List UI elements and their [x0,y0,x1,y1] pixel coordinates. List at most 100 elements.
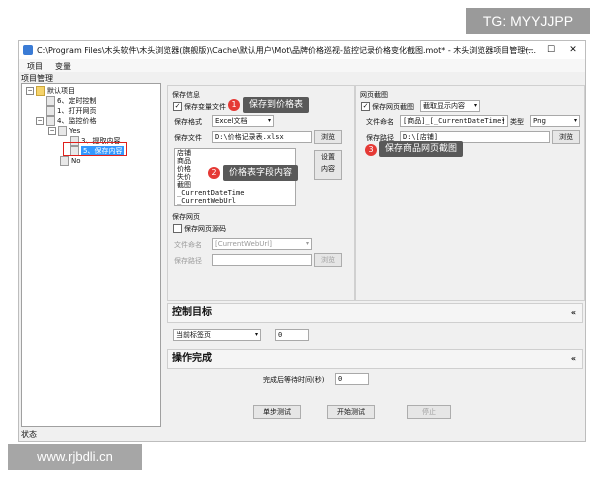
field-item[interactable]: 店铺 [175,149,295,157]
highlight-box [63,142,127,156]
menu-bar: 项目 变量 [19,59,585,72]
webpage-path-label: 保存路径 [174,257,202,265]
field-item[interactable]: _CurrentWebUrl [175,197,295,205]
save-shot-label: 保存网页截图 [372,103,414,111]
webpage-path-input[interactable] [212,254,312,266]
expander-icon[interactable]: − [48,127,56,135]
shot-mode-select[interactable]: 截取显示内容 ▾ [420,100,480,112]
tree-item[interactable]: − Yes [48,126,80,136]
tab-target-select[interactable]: 当前标签页 ▾ [173,329,261,341]
callout-label: 保存到价格表 [243,97,310,113]
minimize-button[interactable]: — [519,43,539,57]
field-item[interactable]: _CurrentDateTime [175,189,295,197]
tree-item[interactable]: 1、打开网页 [46,106,96,116]
tree-item[interactable]: − 4、监控价格 [36,116,96,126]
file-browse-button[interactable]: 浏览 [314,130,342,144]
screenshot-panel: 网页截图 ✓ 保存网页截图 截取显示内容 ▾ 文件命名 [商品]_[_Curren… [355,85,585,301]
wait-stepper[interactable]: 0 [335,373,369,385]
branch-icon [60,156,69,166]
chevron-down-icon: ▾ [501,117,505,124]
set-content-label: 设置 [321,153,335,161]
shot-mode-value: 截取显示内容 [423,102,465,110]
wait-label: 完成后等待时间(秒) [263,376,325,384]
save-webpage-title: 保存网页 [172,213,200,221]
set-content-label: 内容 [321,165,335,173]
format-label: 保存格式 [174,118,202,126]
tree-root-label: 默认项目 [47,87,75,95]
save-var-label: 保存变量文件 [184,103,226,111]
finish-title: 操作完成 [172,353,212,364]
webpage-browse-button[interactable]: 浏览 [314,253,342,267]
collapse-icon[interactable]: « [571,304,576,322]
collapse-icon[interactable]: « [571,350,576,368]
step-icon [46,96,55,106]
start-test-button[interactable]: 开始测试 [327,405,375,419]
file-label: 保存文件 [174,134,202,142]
tree-root[interactable]: − 默认项目 [26,86,75,96]
callout-number: 1 [228,99,240,111]
shot-type-select[interactable]: Png ▾ [530,115,580,127]
tree-item[interactable]: 6、定时控制 [46,96,96,106]
control-target-header[interactable]: 控制目标 « [167,303,583,323]
branch-icon [58,126,67,136]
webpage-name-select[interactable]: [CurrentWebUrl] ▾ [212,238,312,250]
save-info-title: 保存信息 [172,91,200,99]
format-value: Excel文档 [215,117,248,125]
field-item[interactable]: 截图 [175,181,295,189]
step-icon [46,116,55,126]
tab-index-stepper[interactable]: 0 [275,329,309,341]
expander-icon[interactable]: − [36,117,44,125]
tree-item-label: No [71,157,81,165]
webpage-name-value: [CurrentWebUrl] [215,240,272,248]
tree-item-label: Yes [69,127,81,135]
control-target-title: 控制目标 [172,307,212,318]
callout-number: 3 [365,144,377,156]
stop-button[interactable]: 停止 [407,405,451,419]
file-input[interactable]: D:\价格记录表.xlsx [212,131,312,143]
tree-item-label: 4、监控价格 [57,117,97,125]
save-source-label: 保存网页源码 [184,225,226,233]
close-button[interactable]: ✕ [563,43,583,57]
tree-item-label: 6、定时控制 [57,97,97,105]
step-test-button[interactable]: 单步测试 [253,405,301,419]
screenshot-title: 网页截图 [360,91,388,99]
watermark-bottom: www.rjbdli.cn [8,444,142,470]
format-select[interactable]: Excel文档 ▾ [212,115,274,127]
finish-header[interactable]: 操作完成 « [167,349,583,369]
status-bar: 状态 [21,430,37,439]
shot-type-label: 类型 [510,118,524,126]
shot-name-value: [商品]_[_CurrentDateTime] [403,117,506,125]
menu-variable[interactable]: 变量 [55,61,71,72]
callout-label: 价格表字段内容 [223,165,299,181]
chevron-down-icon: ▾ [473,102,477,109]
field-item[interactable]: 商品 [175,157,295,165]
watermark-top: TG: MYYJJPP [466,8,590,34]
callout-label: 保存商品网页截图 [379,141,464,157]
expander-icon[interactable]: − [26,87,34,95]
tab-target-value: 当前标签页 [176,331,211,339]
save-shot-checkbox[interactable]: ✓ [361,102,370,111]
shot-type-value: Png [533,117,546,125]
save-var-checkbox[interactable]: ✓ [173,102,182,111]
set-content-button[interactable]: 设置 内容 [314,150,342,180]
chevron-down-icon: ▾ [305,240,309,247]
menu-project[interactable]: 项目 [27,61,43,72]
tree-item-label: 1、打开网页 [57,107,97,115]
maximize-button[interactable]: ☐ [541,43,561,57]
window-title: C:\Program Files\木头软件\木头浏览器(旗舰版)\Cache\默… [37,46,537,55]
chevron-down-icon: ▾ [573,117,577,124]
chevron-down-icon: ▾ [254,331,258,338]
project-icon [36,86,45,96]
save-source-checkbox[interactable] [173,224,182,233]
chevron-down-icon: ▾ [267,117,271,124]
title-bar: C:\Program Files\木头软件\木头浏览器(旗舰版)\Cache\默… [19,41,585,59]
save-info-panel: 保存信息 ✓ 保存变量文件 保存格式 Excel文档 ▾ 保存文件 D:\价格记录… [167,85,355,301]
webpage-name-label: 文件命名 [174,241,202,249]
callout-number: 2 [208,167,220,179]
shot-browse-button[interactable]: 浏览 [552,130,580,144]
app-icon [23,45,33,55]
tree-item[interactable]: No [60,156,81,166]
app-window: C:\Program Files\木头软件\木头浏览器(旗舰版)\Cache\默… [18,40,586,442]
shot-name-select[interactable]: [商品]_[_CurrentDateTime] ▾ [400,115,508,127]
step-icon [46,106,55,116]
